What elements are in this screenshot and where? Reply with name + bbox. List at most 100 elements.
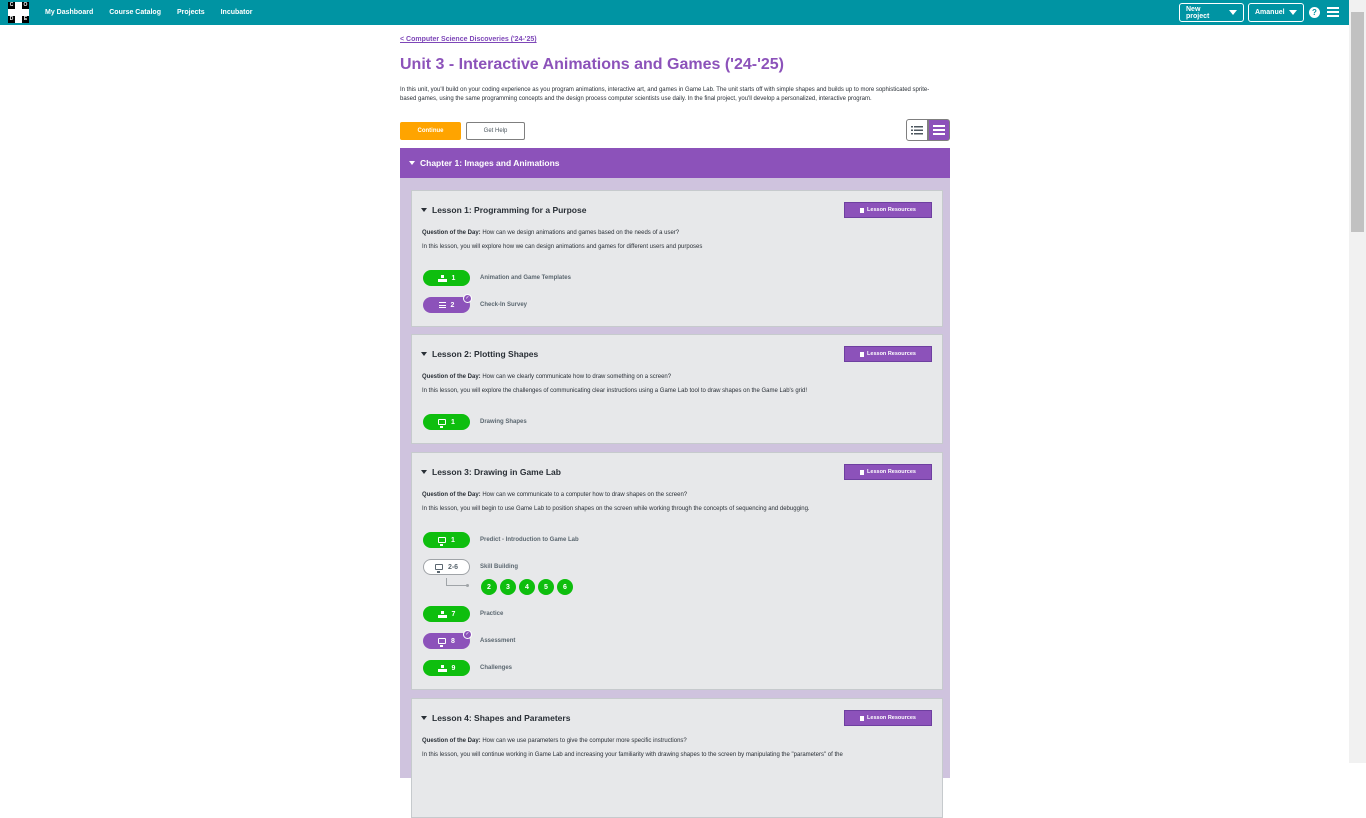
lesson-resources-button[interactable]: Lesson Resources <box>844 464 932 480</box>
nav-incubator[interactable]: Incubator <box>221 9 253 16</box>
level-bubble[interactable]: 2-6 <box>423 559 470 575</box>
lesson-header[interactable]: Lesson 4: Shapes and Parameters <box>421 713 570 723</box>
nav-projects[interactable]: Projects <box>177 9 205 16</box>
chapter-header[interactable]: Chapter 1: Images and Animations <box>400 148 950 178</box>
qod-text: How can we clearly communicate how to dr… <box>482 374 672 380</box>
caret-down-icon <box>421 716 427 720</box>
get-help-button[interactable]: Get Help <box>466 122 525 140</box>
lesson-card: Lesson 4: Shapes and Parameters Lesson R… <box>411 698 943 818</box>
activity-label[interactable]: Check-In Survey <box>480 302 527 308</box>
chevron-down-icon <box>1288 10 1297 15</box>
level-number: 1 <box>451 274 456 282</box>
activity-label[interactable]: Animation and Game Templates <box>480 275 571 281</box>
activity-row: 2 ✓ Check-In Survey <box>423 294 527 313</box>
logo-blank <box>22 9 29 16</box>
level-bubble[interactable]: 8 ✓ <box>423 630 472 649</box>
logo-blank <box>15 2 22 9</box>
lesson-title: Lesson 3: Drawing in Game Lab <box>432 467 561 477</box>
lesson-resources-button[interactable]: Lesson Resources <box>844 202 932 218</box>
lesson-title: Lesson 2: Plotting Shapes <box>432 349 539 359</box>
lesson-resources-label: Lesson Resources <box>867 469 916 475</box>
sublevel-bubble[interactable]: 3 <box>500 579 516 595</box>
lesson-header[interactable]: Lesson 2: Plotting Shapes <box>421 349 538 359</box>
nav-my-dashboard[interactable]: My Dashboard <box>45 9 93 16</box>
lesson-card: Lesson 2: Plotting Shapes Lesson Resourc… <box>411 334 943 444</box>
tree-icon <box>437 664 447 672</box>
qod-text: How can we communicate to a computer how… <box>482 492 688 498</box>
scrollbar-thumb[interactable] <box>1351 12 1364 232</box>
activity-label[interactable]: Challenges <box>480 665 512 671</box>
assessment-check-icon: ✓ <box>463 630 472 639</box>
top-nav-bar: C O D E My Dashboard Course Catalog Proj… <box>0 0 1366 25</box>
lesson-title: Lesson 1: Programming for a Purpose <box>432 205 587 215</box>
lesson-header[interactable]: Lesson 3: Drawing in Game Lab <box>421 467 561 477</box>
user-name: Amanuel <box>1255 9 1285 16</box>
level-number: 2 <box>450 301 455 309</box>
sublevel-bubble[interactable]: 5 <box>538 579 554 595</box>
activity-label[interactable]: Predict - Introduction to Game Lab <box>480 537 579 543</box>
continue-button[interactable]: Continue <box>400 122 461 140</box>
caret-down-icon <box>409 161 415 165</box>
page-title: Unit 3 - Interactive Animations and Game… <box>400 56 785 73</box>
nav-course-catalog[interactable]: Course Catalog <box>109 9 161 16</box>
monitor-icon <box>438 638 447 647</box>
lesson-overview: In this lesson, you will begin to use Ga… <box>422 506 810 512</box>
level-number: 7 <box>451 610 456 618</box>
level-bubble[interactable]: 9 <box>423 660 470 676</box>
activity-row: 1 Predict - Introduction to Game Lab <box>423 532 579 548</box>
activity-label[interactable]: Skill Building <box>480 564 518 570</box>
qod-text: How can we use parameters to give the co… <box>482 738 687 744</box>
level-bubble[interactable]: 7 <box>423 606 470 622</box>
chevron-down-icon <box>1229 10 1237 15</box>
level-bubble[interactable]: 1 <box>423 532 470 548</box>
list-view-icon[interactable] <box>906 119 928 141</box>
activity-label[interactable]: Drawing Shapes <box>480 419 527 425</box>
user-menu-button[interactable]: Amanuel <box>1248 3 1304 22</box>
document-icon <box>860 715 865 721</box>
activity-row: 2-6 Skill Building <box>423 559 518 575</box>
activity-label[interactable]: Assessment <box>480 638 515 644</box>
question-of-the-day: Question of the Day: How can we design a… <box>422 230 679 236</box>
lesson-resources-button[interactable]: Lesson Resources <box>844 346 932 362</box>
lesson-card: Lesson 1: Programming for a Purpose Less… <box>411 190 943 327</box>
main-nav: My Dashboard Course Catalog Projects Inc… <box>45 0 252 25</box>
level-bubble[interactable]: 1 <box>423 414 470 430</box>
lesson-header[interactable]: Lesson 1: Programming for a Purpose <box>421 205 586 215</box>
lesson-overview: In this lesson, you will explore how we … <box>422 244 703 250</box>
unit-description: In this unit, you'll build on your codin… <box>400 87 930 102</box>
lesson-resources-label: Lesson Resources <box>867 715 916 721</box>
sublevel-bubble[interactable]: 6 <box>557 579 573 595</box>
chapter-body: Lesson 1: Programming for a Purpose Less… <box>400 178 950 818</box>
new-project-button[interactable]: New project <box>1179 3 1244 22</box>
qod-text: How can we design animations and games b… <box>482 230 680 236</box>
view-toggle <box>906 119 950 141</box>
sublevel-bubble[interactable]: 4 <box>519 579 535 595</box>
lesson-resources-label: Lesson Resources <box>867 351 916 357</box>
monitor-icon <box>438 537 447 546</box>
monitor-icon <box>438 419 447 428</box>
assessment-check-icon: ✓ <box>463 294 472 303</box>
detail-view-icon[interactable] <box>928 119 950 141</box>
tree-icon <box>437 610 447 618</box>
activity-row: 9 Challenges <box>423 660 512 676</box>
qod-label: Question of the Day: <box>422 230 481 236</box>
question-of-the-day: Question of the Day: How can we clearly … <box>422 374 671 380</box>
sublevel-connector <box>446 578 469 587</box>
level-bubble[interactable]: 1 <box>423 270 470 286</box>
help-icon[interactable]: ? <box>1309 7 1320 18</box>
level-number: 2-6 <box>447 563 459 571</box>
lesson-resources-label: Lesson Resources <box>867 207 916 213</box>
activity-label[interactable]: Practice <box>480 611 503 617</box>
level-number: 1 <box>451 418 455 426</box>
lesson-title: Lesson 4: Shapes and Parameters <box>432 713 571 723</box>
lesson-resources-button[interactable]: Lesson Resources <box>844 710 932 726</box>
code-logo[interactable]: C O D E <box>8 2 29 23</box>
breadcrumb[interactable]: < Computer Science Discoveries ('24-'25) <box>400 36 537 43</box>
logo-blank <box>15 16 22 23</box>
sublevel-bubble[interactable]: 2 <box>481 579 497 595</box>
caret-down-icon <box>421 470 427 474</box>
hamburger-menu-icon[interactable] <box>1327 7 1339 17</box>
document-icon <box>860 351 865 357</box>
activity-row: 7 Practice <box>423 606 503 622</box>
level-bubble[interactable]: 2 ✓ <box>423 294 472 313</box>
